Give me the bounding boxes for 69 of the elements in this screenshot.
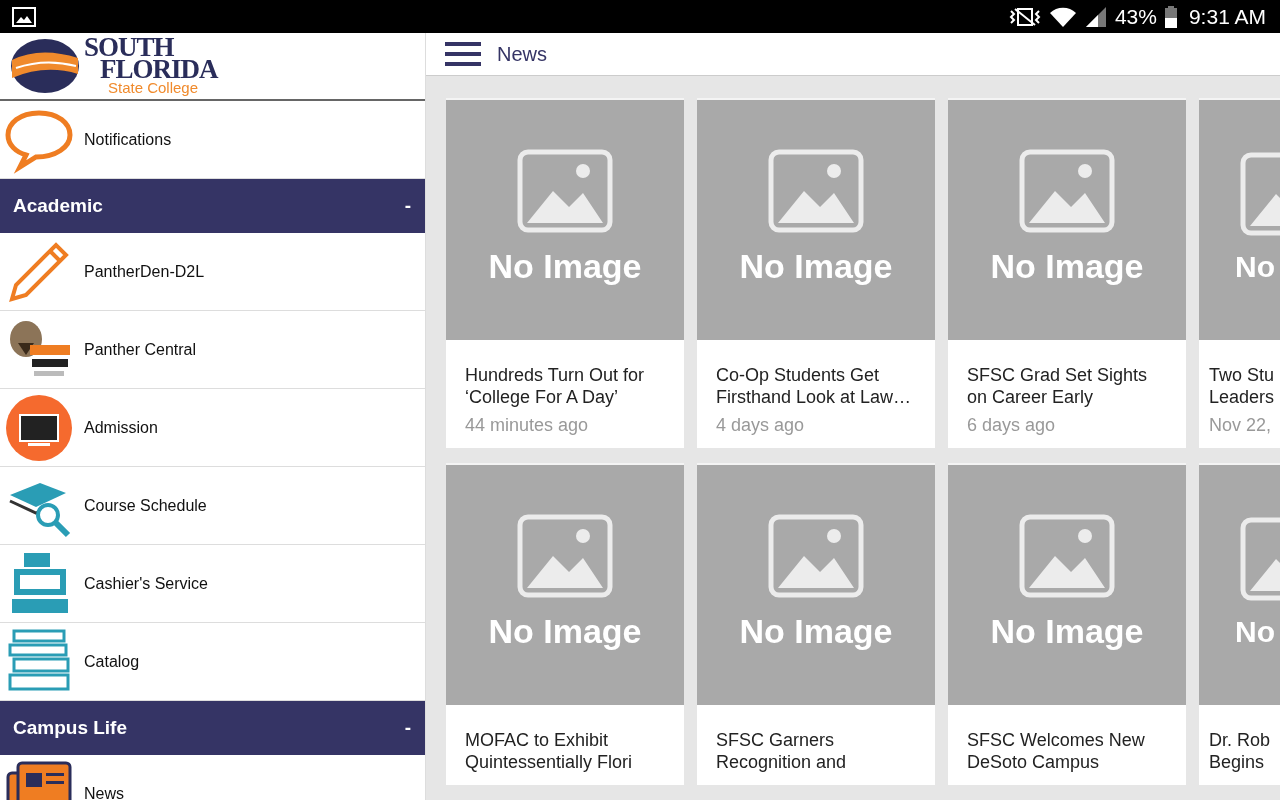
gallery-icon (12, 6, 36, 27)
news-title: MOFAC to Exhibit Quintessentially Flori (465, 729, 634, 773)
news-card[interactable]: No Two Stu Leaders Nov 22, (1199, 98, 1280, 448)
chalkboard-icon (4, 392, 74, 463)
news-title: SFSC Welcomes New DeSoto Campus (967, 729, 1146, 773)
section-header[interactable]: Campus Life - (0, 701, 425, 755)
page-title: News (497, 42, 547, 67)
news-title: Two Stu Leaders (1209, 364, 1276, 408)
menu-item[interactable]: PantherDen-D2L (0, 233, 425, 311)
news-title: Co-Op Students Get Firsthand Look at Law… (716, 364, 913, 408)
placeholder-text: No (1235, 613, 1275, 650)
image-icon (517, 513, 613, 598)
logo-text: FLORIDA (100, 58, 218, 80)
news-title: SFSC Grad Set Sights on Career Early (967, 364, 1149, 408)
image-icon (1019, 513, 1115, 598)
menu-item[interactable]: Panther Central (0, 311, 425, 389)
menu-item[interactable]: Catalog (0, 623, 425, 701)
wifi-icon (1048, 5, 1077, 28)
menu-item[interactable]: Course Schedule (0, 467, 425, 545)
menu-item[interactable]: Cashier's Service (0, 545, 425, 623)
menu-label: Course Schedule (84, 495, 207, 516)
menu-label: News (84, 783, 124, 800)
battery-icon (1164, 5, 1177, 28)
news-card[interactable]: No Image MOFAC to Exhibit Quintessentially Flori (446, 463, 684, 785)
section-title: Campus Life (13, 715, 128, 740)
news-title: SFSC Garners Recognition and (716, 729, 848, 773)
menu-label: Cashier's Service (84, 573, 208, 594)
news-date: 4 days ago (716, 414, 806, 436)
battery-percent: 43% (1114, 6, 1157, 27)
collapse-toggle[interactable]: - (404, 191, 411, 221)
section-title: Academic (13, 193, 103, 218)
news-card[interactable]: No Image Hundreds Turn Out for ‘College For A Day’ 44 minutes ago (446, 98, 684, 448)
menu-item[interactable]: Admission (0, 389, 425, 467)
news-title: Hundreds Turn Out for ‘College For A Day’ (465, 364, 646, 408)
news-title: Dr. Rob Begins (1209, 729, 1272, 773)
menu-label: Admission (84, 417, 158, 438)
news-card[interactable]: No Image SFSC Grad Set Sights on Career Early 6 days ago (948, 98, 1186, 448)
news-card[interactable]: No Image SFSC Welcomes New DeSoto Campus (948, 463, 1186, 785)
placeholder-text: No Image (739, 245, 893, 287)
menu-label: Catalog (84, 651, 140, 672)
menu-label: Panther Central (84, 339, 197, 360)
menu-icon[interactable] (445, 41, 481, 67)
placeholder-text: No Image (990, 610, 1144, 652)
image-icon (517, 148, 613, 233)
image-icon (768, 148, 864, 233)
news-date: 44 minutes ago (465, 414, 590, 436)
placeholder-text: No Image (488, 610, 642, 652)
collapse-toggle[interactable]: - (404, 713, 411, 743)
menu-label: Notifications (84, 129, 172, 150)
signal-icon (1084, 5, 1107, 28)
placeholder-text: No (1235, 248, 1275, 285)
placeholder-text: No Image (488, 245, 642, 287)
vibrate-mute-icon (1008, 6, 1041, 27)
menu-label: PantherDen-D2L (84, 261, 205, 282)
section-header[interactable]: Academic - (0, 179, 425, 233)
news-card[interactable]: No Image Co-Op Students Get Firsthand Look at Law… 4 days ago (697, 98, 935, 448)
menu-item[interactable]: News (0, 755, 425, 800)
news-card[interactable]: No Image SFSC Garners Recognition and (697, 463, 935, 785)
placeholder-text: No Image (990, 245, 1144, 287)
news-date: Nov 22, (1209, 414, 1273, 436)
image-icon (1019, 148, 1115, 233)
clock: 9:31 AM (1188, 6, 1266, 27)
placeholder-text: No Image (739, 610, 893, 652)
logo-text: SOUTH (84, 36, 174, 58)
logo-swoosh-icon (10, 38, 80, 94)
news-date: 6 days ago (967, 414, 1057, 436)
image-icon (768, 513, 864, 598)
news-card[interactable]: No Dr. Rob Begins (1199, 463, 1280, 785)
logo-subtitle: State College (108, 80, 200, 96)
